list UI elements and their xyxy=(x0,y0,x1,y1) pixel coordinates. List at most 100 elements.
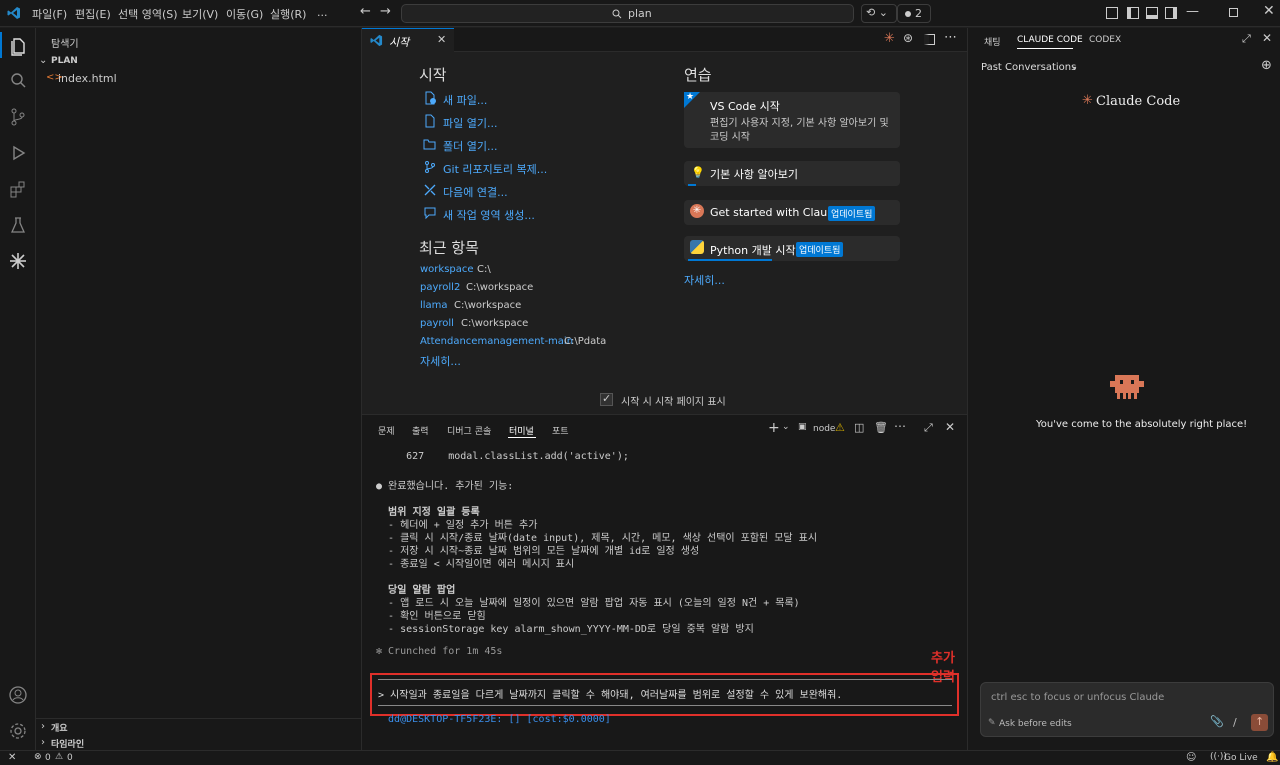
recent-more-link[interactable]: 자세히... xyxy=(420,353,461,369)
more-actions-icon[interactable]: ⋯ xyxy=(944,30,957,45)
card-python[interactable]: Python 개발 시작 업데이트됨 xyxy=(684,236,900,261)
claude-run-icon[interactable]: ✳ xyxy=(884,31,895,46)
link-connect[interactable]: 다음에 연결... xyxy=(443,184,508,200)
trash-icon[interactable]: 🗑 xyxy=(874,421,888,434)
folder-plan[interactable]: PLAN xyxy=(51,56,78,66)
copilot-status-icon[interactable]: ☺ xyxy=(1186,752,1196,763)
brand-title: Claude Code xyxy=(1096,94,1181,109)
claude-icon[interactable] xyxy=(8,251,28,271)
maximize-panel-icon[interactable]: ⤢ xyxy=(924,421,933,435)
notifications-bell-icon[interactable]: 🔔 xyxy=(1266,752,1278,763)
card-vscode-start[interactable]: ★ VS Code 시작 편집기 사용자 지정, 기본 사항 알아보기 및 코딩… xyxy=(684,92,900,148)
tab-claude-code[interactable]: CLAUDE CODE xyxy=(1017,35,1083,45)
terminal-line: - 앱 로드 시 오늘 날짜에 일정이 있으면 알람 팝업 자동 표시 (오늘의… xyxy=(376,598,800,609)
secondary-sidebar-toggle-icon[interactable] xyxy=(1165,7,1177,19)
settings-gear-icon[interactable] xyxy=(8,721,28,741)
recent-name[interactable]: payroll2 xyxy=(420,282,460,293)
tab-terminal[interactable]: 터미널 xyxy=(509,424,534,437)
explorer-icon[interactable] xyxy=(8,36,28,56)
panel-toggle-icon[interactable] xyxy=(1146,7,1158,19)
run-debug-icon[interactable] xyxy=(8,143,28,163)
menu-view[interactable]: 보기(V) xyxy=(182,6,218,22)
link-open-folder[interactable]: 폴더 열기... xyxy=(443,138,497,154)
source-control-icon[interactable] xyxy=(8,107,28,127)
terminal-name[interactable]: node xyxy=(813,424,835,434)
link-open-file[interactable]: 파일 열기... xyxy=(443,115,497,131)
recent-name[interactable]: payroll xyxy=(420,318,454,329)
terminal-line: 당일 알람 팝업 xyxy=(376,585,456,596)
tab-debug-console[interactable]: 디버그 콘솔 xyxy=(447,424,491,437)
maximize-icon[interactable]: ⤢ xyxy=(1242,32,1251,46)
terminal-prompt-input[interactable]: > 시작일과 종료일을 다르게 날짜까지 클릭할 수 해야돼, 여러날짜를 범위… xyxy=(378,686,842,701)
close-panel-icon[interactable]: ✕ xyxy=(945,420,955,434)
tab-problems[interactable]: 문제 xyxy=(378,424,395,437)
recent-name[interactable]: Attendancemanagement-main xyxy=(420,336,573,347)
account-icon[interactable] xyxy=(8,685,28,705)
chevron-down-icon[interactable]: ⌄ xyxy=(782,422,790,432)
send-button[interactable]: ↑ xyxy=(1251,714,1268,731)
chevron-down-icon[interactable]: ⌄ xyxy=(39,55,47,66)
session-badge[interactable]: 2 xyxy=(897,4,931,23)
recent-name[interactable]: workspace xyxy=(420,264,474,275)
forward-arrow-icon[interactable]: → xyxy=(380,4,391,19)
search-icon[interactable] xyxy=(8,71,28,91)
close-tab-icon[interactable]: ✕ xyxy=(437,33,446,46)
search-text: plan xyxy=(628,7,652,20)
menu-edit[interactable]: 편집(E) xyxy=(75,6,111,22)
recent-name[interactable]: llama xyxy=(420,300,448,311)
chevron-down-icon[interactable]: ⌄ xyxy=(1070,61,1078,72)
file-index-html[interactable]: index.html xyxy=(58,72,117,85)
timeline-section[interactable]: 타임라인 xyxy=(51,737,84,750)
attach-icon[interactable]: 📎 xyxy=(1210,715,1224,728)
card-basics[interactable]: 💡 기본 사항 알아보기 xyxy=(684,161,900,186)
command-center-search[interactable]: plan xyxy=(401,4,854,23)
restore-icon[interactable] xyxy=(1229,8,1238,17)
warning-icon[interactable]: ⚠ xyxy=(55,752,63,762)
error-icon[interactable]: ⊗ xyxy=(34,752,42,762)
error-count[interactable]: 0 xyxy=(45,753,51,763)
warning-count[interactable]: 0 xyxy=(67,753,73,763)
welcome-message: You've come to the absolutely right plac… xyxy=(1036,419,1248,430)
mode-selector[interactable]: Ask before edits xyxy=(999,719,1072,729)
claude-input-box[interactable]: ctrl esc to focus or unfocus Claude ✎ As… xyxy=(980,682,1274,737)
menu-file[interactable]: 파일(F) xyxy=(32,6,67,22)
remote-icon[interactable]: ✕ xyxy=(8,752,16,763)
openai-icon[interactable]: ⊛ xyxy=(903,31,913,45)
testing-flask-icon[interactable] xyxy=(8,215,28,235)
tab-codex[interactable]: CODEX xyxy=(1089,35,1121,45)
extensions-icon[interactable] xyxy=(8,179,28,199)
tab-ports[interactable]: 포트 xyxy=(552,424,569,437)
menu-go[interactable]: 이동(G) xyxy=(226,6,263,22)
copilot-button[interactable]: ⟲ ⌄ xyxy=(861,4,897,23)
split-terminal-icon[interactable]: ◫ xyxy=(854,421,864,434)
go-live-button[interactable]: Go Live xyxy=(1224,753,1258,763)
sidebar-toggle-icon[interactable] xyxy=(1127,7,1139,19)
more-actions-icon[interactable]: ⋯ xyxy=(894,419,906,433)
menu-more[interactable]: ... xyxy=(317,6,328,19)
terminal-line: 범위 지정 일괄 등록 xyxy=(376,507,480,518)
new-file-icon xyxy=(425,91,436,105)
practice-more-link[interactable]: 자세히... xyxy=(684,272,725,288)
minimize-icon[interactable]: — xyxy=(1186,4,1199,19)
back-arrow-icon[interactable]: ← xyxy=(360,4,371,19)
tab-welcome[interactable]: 시작 ✕ xyxy=(362,28,454,52)
show-on-startup-checkbox[interactable]: ✓ xyxy=(600,392,613,406)
outline-section[interactable]: 개요 xyxy=(51,721,68,734)
new-workspace-icon xyxy=(424,207,436,220)
tab-chat[interactable]: 채팅 xyxy=(984,35,1001,48)
new-conversation-icon[interactable]: ⊕ xyxy=(1261,58,1272,73)
slash-command-icon[interactable]: / xyxy=(1233,716,1237,729)
card-claude[interactable]: ✳ Get started with Clau... 업데이트됨 xyxy=(684,200,900,225)
layout-toggle-icon[interactable] xyxy=(1106,7,1118,19)
link-git-clone[interactable]: Git 리포지토리 복제... xyxy=(443,161,547,177)
tab-output[interactable]: 출력 xyxy=(412,424,429,437)
split-editor-icon[interactable] xyxy=(924,34,935,45)
past-conversations-dropdown[interactable]: Past Conversations xyxy=(981,62,1076,73)
close-window-icon[interactable]: ✕ xyxy=(1263,3,1275,19)
close-icon[interactable]: ✕ xyxy=(1262,31,1272,45)
link-new-file[interactable]: 새 파일... xyxy=(443,92,487,108)
link-new-workspace[interactable]: 새 작업 영역 생성... xyxy=(443,207,535,223)
menu-selection[interactable]: 선택 영역(S) xyxy=(118,6,178,22)
add-terminal-icon[interactable]: + xyxy=(768,420,780,436)
menu-run[interactable]: 실행(R) xyxy=(270,6,306,22)
